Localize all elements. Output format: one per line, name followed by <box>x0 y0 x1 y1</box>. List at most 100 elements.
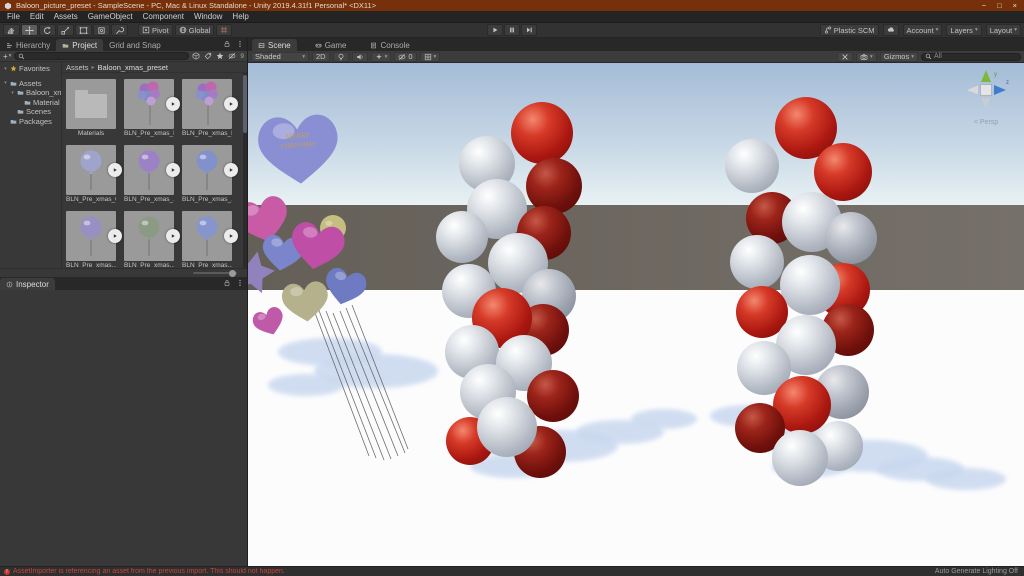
label-filter-icon[interactable] <box>204 52 212 60</box>
transform-tool-button[interactable] <box>93 24 110 36</box>
asset-item[interactable]: Materials <box>66 79 116 145</box>
tree-item-favorites[interactable]: ▾Favorites <box>0 64 61 74</box>
menu-file[interactable]: File <box>2 12 25 21</box>
tree-item-baloon_xm[interactable]: ▾ Baloon_xm <box>0 88 61 98</box>
hidden-packages-icon[interactable] <box>228 52 236 60</box>
preview-play-button[interactable] <box>108 163 122 177</box>
slider-thumb[interactable] <box>229 270 236 277</box>
status-bar[interactable]: ! AssetImporter is referencing an asset … <box>0 566 1024 576</box>
tree-item-scenes[interactable]: Scenes <box>0 107 61 117</box>
menu-assets[interactable]: Assets <box>49 12 83 21</box>
close-button[interactable]: × <box>1013 0 1017 11</box>
menu-gameobject[interactable]: GameObject <box>83 12 138 21</box>
asset-item[interactable]: BLN_Pre_xmas_H... <box>182 79 232 145</box>
preview-play-button[interactable] <box>224 163 238 177</box>
toggle-2d-button[interactable]: 2D <box>312 52 330 62</box>
minimize-button[interactable]: − <box>982 0 986 11</box>
layout-dropdown[interactable]: Layout ▾ <box>986 24 1021 36</box>
asset-item[interactable]: BLN_Pre_xmas_... <box>124 145 174 211</box>
global-toggle[interactable]: Global <box>175 24 215 36</box>
play-button[interactable] <box>487 24 503 36</box>
asset-item[interactable]: BLN_Pre_xmas... <box>182 211 232 268</box>
title-bar[interactable]: Baloon_picture_preset - SampleScene - PC… <box>0 0 1024 11</box>
preview-play-button[interactable] <box>166 97 180 111</box>
cloud-button[interactable] <box>883 24 899 36</box>
tab-game[interactable]: Game <box>309 39 353 51</box>
kebab-menu-icon[interactable] <box>236 40 244 48</box>
asset-item[interactable]: BLN_Pre_xmas_... <box>182 145 232 211</box>
camera-settings-dropdown[interactable]: ▾ <box>856 52 877 62</box>
plastic-scm-button[interactable]: Plastic SCM <box>820 24 879 36</box>
panel-controls <box>223 279 244 287</box>
thumbnail-size-slider[interactable] <box>0 268 247 277</box>
expander-icon[interactable]: ▾ <box>10 90 15 96</box>
maximize-button[interactable]: □ <box>997 0 1002 11</box>
scene-viewport[interactable]: MERRYCHRISTMASyz< Persp <box>248 63 1024 566</box>
rotate-tool-button[interactable] <box>39 24 56 36</box>
project-scrollbar[interactable] <box>243 73 247 268</box>
scene-audio-toggle[interactable] <box>352 52 368 62</box>
scale-tool-button[interactable] <box>57 24 74 36</box>
tab-scene[interactable]: Scene <box>252 39 297 51</box>
slider-track[interactable] <box>193 272 237 274</box>
account-dropdown[interactable]: Account ▾ <box>903 24 943 36</box>
breadcrumb-current[interactable]: Baloon_xmas_preset <box>98 63 168 72</box>
scene-effects-dropdown[interactable]: ▾ <box>371 52 392 62</box>
expander-icon[interactable]: ▾ <box>3 80 8 86</box>
preview-play-button[interactable] <box>166 229 180 243</box>
hand-tool-button[interactable] <box>3 24 20 36</box>
lock-icon[interactable] <box>223 40 231 48</box>
package-filter-icon[interactable] <box>192 52 200 60</box>
project-toolbar: + ▾ 9 <box>0 51 247 62</box>
tab-inspector[interactable]: Inspector <box>0 278 55 290</box>
scene-search-input[interactable]: All <box>921 53 1021 61</box>
pivot-toggle[interactable]: Pivot <box>138 24 173 36</box>
project-search-input[interactable] <box>14 52 189 60</box>
preview-play-button[interactable] <box>108 229 122 243</box>
editor-tools-button[interactable] <box>837 52 853 62</box>
gizmos-dropdown[interactable]: Gizmos ▾ <box>880 52 918 62</box>
scene-lighting-toggle[interactable] <box>333 52 349 62</box>
menu-edit[interactable]: Edit <box>25 12 49 21</box>
tree-item-assets[interactable]: ▾Assets <box>0 79 61 89</box>
tree-item-packages[interactable]: Packages <box>0 117 61 127</box>
create-menu-button[interactable]: + ▾ <box>3 52 11 61</box>
recttool-tool-button[interactable] <box>75 24 92 36</box>
menu-window[interactable]: Window <box>189 12 227 21</box>
tree-item-label: Packages <box>19 117 52 126</box>
asset-item[interactable]: BLN_Pre_xmas_01 <box>66 145 116 211</box>
breadcrumb-root[interactable]: Assets <box>66 63 89 72</box>
tab-hierarchy[interactable]: Hierarchy <box>0 39 56 51</box>
layers-dropdown[interactable]: Layers ▾ <box>946 24 981 36</box>
tree-item-material[interactable]: Material <box>0 98 61 108</box>
menu-help[interactable]: Help <box>227 12 253 21</box>
preview-play-button[interactable] <box>224 229 238 243</box>
tab-console[interactable]: Console <box>364 39 415 51</box>
tree-item-label: Baloon_xm <box>26 88 61 97</box>
status-error-message[interactable]: AssetImporter is referencing an asset fr… <box>13 568 932 575</box>
asset-item[interactable]: BLN_Pre_xmas... <box>124 211 174 268</box>
shading-mode-dropdown[interactable]: Shaded ▾ <box>251 52 309 62</box>
scrollbar-thumb[interactable] <box>243 75 247 133</box>
grid-visibility-dropdown[interactable]: ▾ <box>420 52 441 62</box>
asset-thumbnail <box>182 79 232 129</box>
lock-icon[interactable] <box>223 279 231 287</box>
step-button[interactable] <box>521 24 537 36</box>
preview-play-button[interactable] <box>166 163 180 177</box>
kebab-menu-icon[interactable] <box>236 279 244 287</box>
scene-viewport-canvas[interactable]: MERRYCHRISTMASyz< Persp <box>248 63 1024 566</box>
auto-generate-lighting-status[interactable]: Auto Generate Lighting Off <box>935 568 1018 575</box>
preview-play-button[interactable] <box>224 97 238 111</box>
grid-snapping-toggle[interactable] <box>216 24 232 36</box>
favorites-filter-icon[interactable] <box>216 52 224 60</box>
asset-item[interactable]: BLN_Pre_xmas... <box>66 211 116 268</box>
move-tool-button[interactable] <box>21 24 38 36</box>
expander-icon[interactable]: ▾ <box>3 66 8 72</box>
menu-component[interactable]: Component <box>138 12 189 21</box>
pause-button[interactable] <box>504 24 520 36</box>
hidden-objects-toggle[interactable]: 0 <box>394 52 416 62</box>
tab-project[interactable]: Project <box>56 39 103 51</box>
asset-item[interactable]: BLN_Pre_xmas_H... <box>124 79 174 145</box>
tab-grid-and-snap[interactable]: Grid and Snap <box>103 39 167 51</box>
wrench-tool-button[interactable] <box>111 24 128 36</box>
